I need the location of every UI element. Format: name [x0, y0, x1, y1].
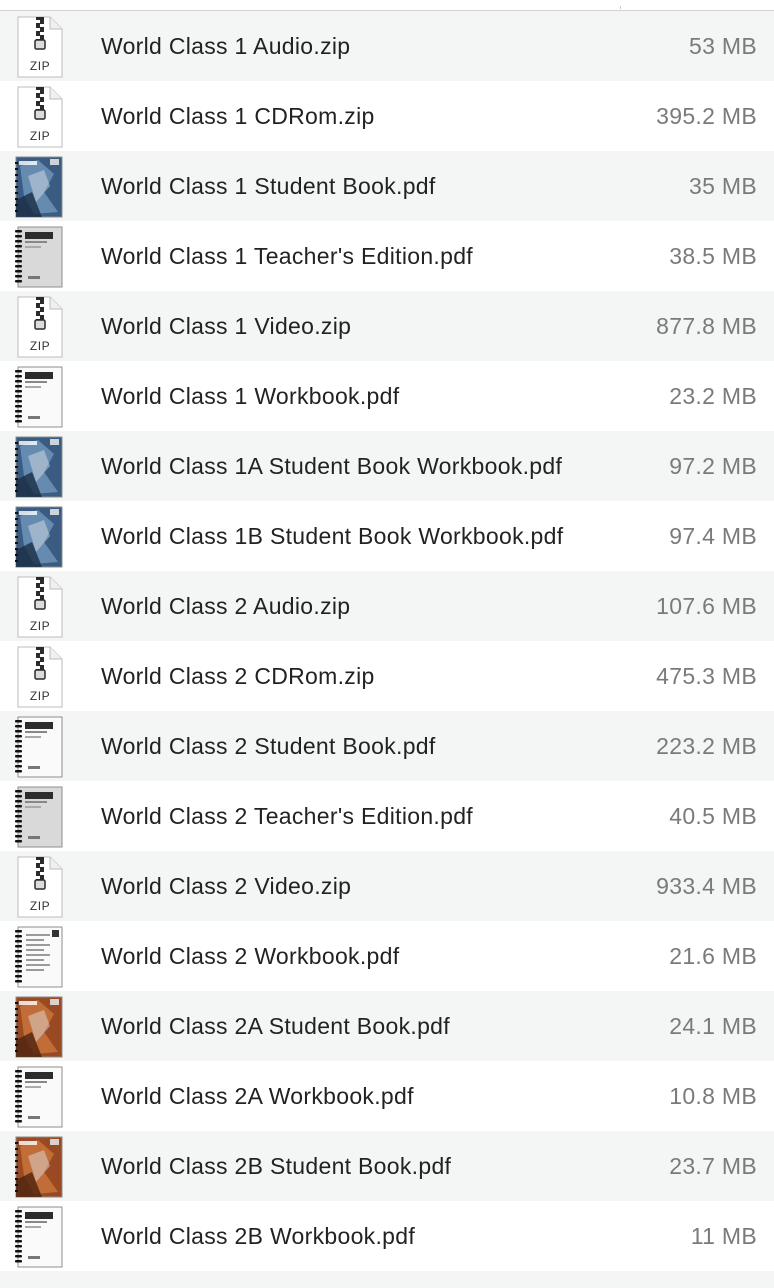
file-name: World Class 2B Workbook.pdf: [101, 1222, 416, 1249]
file-row[interactable]: World Class 2A Workbook.pdf 10.8 MB: [0, 1061, 774, 1131]
file-row[interactable]: ZIP World Class 1 CDRom.zip 395.2 MB: [0, 81, 774, 151]
pdf-orange-cover-icon: [15, 996, 63, 1058]
pdf-spiral-white-icon: [15, 716, 63, 778]
file-row[interactable]: ZIP World Class 1 Video.zip 877.8 MB: [0, 291, 774, 361]
zip-label: ZIP: [30, 129, 50, 143]
file-name: World Class 1 Teacher's Edition.pdf: [101, 242, 473, 269]
pdf-spiral-white-icon: [15, 1066, 63, 1128]
zip-file-icon: ZIP: [17, 16, 63, 78]
file-name: World Class 1 Student Book.pdf: [101, 172, 436, 199]
pdf-orange-cover-icon: [15, 1136, 63, 1198]
file-row[interactable]: World Class 2B Student Book.pdf 23.7 MB: [0, 1131, 774, 1201]
file-row[interactable]: ZIP World Class 2 Video.zip 933.4 MB: [0, 851, 774, 921]
pdf-blue-cover-icon: [15, 436, 63, 498]
file-name: World Class 1 Video.zip: [101, 312, 352, 339]
pdf-spiral-white-icon: [15, 1206, 63, 1268]
file-row[interactable]: World Class 2 Student Book.pdf 223.2 MB: [0, 711, 774, 781]
file-name: World Class 1B Student Book Workbook.pdf: [101, 522, 564, 549]
file-row[interactable]: World Class 2 Workbook.pdf 21.6 MB: [0, 921, 774, 991]
file-name: World Class 2 Teacher's Edition.pdf: [101, 802, 473, 829]
file-name: World Class 2 Audio.zip: [101, 592, 351, 619]
zip-label: ZIP: [30, 339, 50, 353]
list-bottom-spacer: [0, 1271, 774, 1288]
zip-label: ZIP: [30, 899, 50, 913]
pdf-blue-cover-icon: [15, 506, 63, 568]
zip-label: ZIP: [30, 59, 50, 73]
zip-file-icon: ZIP: [17, 86, 63, 148]
file-size: 107.6 MB: [656, 592, 757, 619]
pdf-spiral-white-icon: [15, 366, 63, 428]
file-row[interactable]: World Class 2A Student Book.pdf 24.1 MB: [0, 991, 774, 1061]
file-list: ZIP World Class 1 Audio.zip 53 MB ZIP World…: [0, 0, 774, 1288]
file-row[interactable]: World Class 1B Student Book Workbook.pdf…: [0, 501, 774, 571]
zip-label: ZIP: [30, 619, 50, 633]
file-size: 21.6 MB: [669, 942, 757, 969]
file-name: World Class 2 CDRom.zip: [101, 662, 375, 689]
file-row[interactable]: World Class 1 Teacher's Edition.pdf 38.5 …: [0, 221, 774, 291]
file-row[interactable]: ZIP World Class 1 Audio.zip 53 MB: [0, 11, 774, 81]
pdf-spiral-doc-icon: [15, 926, 63, 988]
file-size: 933.4 MB: [656, 872, 757, 899]
file-row[interactable]: World Class 1 Student Book.pdf 35 MB: [0, 151, 774, 221]
file-row[interactable]: World Class 2 Teacher's Edition.pdf 40.5 …: [0, 781, 774, 851]
file-name: World Class 2A Student Book.pdf: [101, 1012, 450, 1039]
pdf-spiral-gray-icon: [15, 786, 63, 848]
file-name: World Class 2B Student Book.pdf: [101, 1152, 452, 1179]
file-name: World Class 2 Workbook.pdf: [101, 942, 400, 969]
file-size: 97.4 MB: [669, 522, 757, 549]
file-size: 11 MB: [690, 1222, 757, 1249]
file-name: World Class 2 Video.zip: [101, 872, 352, 899]
file-size: 24.1 MB: [669, 1012, 757, 1039]
pdf-blue-cover-icon: [15, 156, 63, 218]
zip-file-icon: ZIP: [17, 576, 63, 638]
file-size: 395.2 MB: [656, 102, 757, 129]
file-row[interactable]: ZIP World Class 2 CDRom.zip 475.3 MB: [0, 641, 774, 711]
zip-label: ZIP: [30, 689, 50, 703]
file-size: 23.7 MB: [669, 1152, 757, 1179]
file-size: 223.2 MB: [656, 732, 757, 759]
list-top-border: [0, 0, 774, 11]
file-size: 877.8 MB: [656, 312, 757, 339]
file-name: World Class 1A Student Book Workbook.pdf: [101, 452, 563, 479]
zip-file-icon: ZIP: [17, 856, 63, 918]
file-size: 475.3 MB: [656, 662, 757, 689]
file-row[interactable]: World Class 2B Workbook.pdf 11 MB: [0, 1201, 774, 1271]
file-name: World Class 1 CDRom.zip: [101, 102, 375, 129]
file-size: 97.2 MB: [669, 452, 757, 479]
file-row[interactable]: ZIP World Class 2 Audio.zip 107.6 MB: [0, 571, 774, 641]
zip-file-icon: ZIP: [17, 296, 63, 358]
zip-file-icon: ZIP: [17, 646, 63, 708]
file-name: World Class 1 Audio.zip: [101, 32, 351, 59]
file-size: 10.8 MB: [669, 1082, 757, 1109]
file-size: 53 MB: [689, 32, 757, 59]
pdf-spiral-gray-icon: [15, 226, 63, 288]
file-row[interactable]: World Class 1 Workbook.pdf 23.2 MB: [0, 361, 774, 431]
file-name: World Class 2A Workbook.pdf: [101, 1082, 414, 1109]
file-name: World Class 2 Student Book.pdf: [101, 732, 436, 759]
file-size: 35 MB: [689, 172, 757, 199]
file-size: 38.5 MB: [669, 242, 757, 269]
file-size: 23.2 MB: [669, 382, 757, 409]
file-name: World Class 1 Workbook.pdf: [101, 382, 400, 409]
file-row[interactable]: World Class 1A Student Book Workbook.pdf…: [0, 431, 774, 501]
file-size: 40.5 MB: [669, 802, 757, 829]
